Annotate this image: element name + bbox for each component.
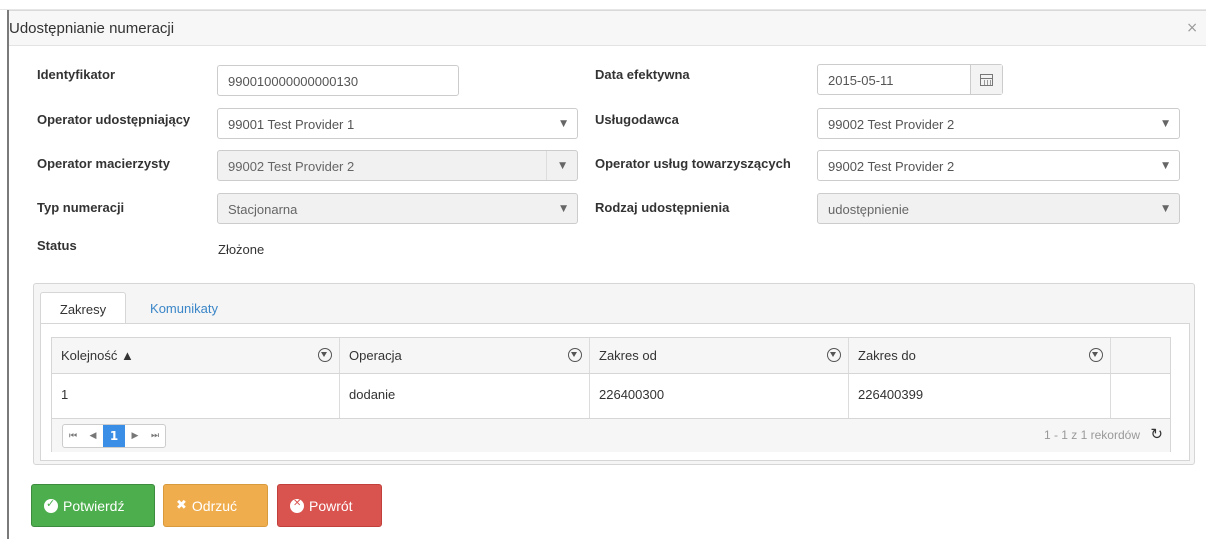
- label-data-efektywna: Data efektywna: [595, 67, 690, 82]
- table-row[interactable]: 1 dodanie 226400300 226400399: [52, 374, 1170, 419]
- back-button-label: Powrót: [309, 497, 353, 514]
- dialog-title: Udostępnianie numeracji: [9, 20, 175, 37]
- data-efektywna-value: 2015-05-11: [828, 73, 894, 88]
- back-button[interactable]: Powrót: [277, 484, 382, 527]
- uslugodawca-value: 99002 Test Provider 2: [828, 117, 955, 132]
- pager-buttons: ⏮ ◀ 1 ▶ ⏭: [62, 424, 166, 448]
- pager-info: 1 - 1 z 1 rekordów: [1043, 428, 1140, 442]
- ranges-grid: Kolejność ▲ Operacja Zakres od Zakres do: [51, 337, 1171, 452]
- check-circle-icon: [44, 497, 58, 513]
- reject-button[interactable]: ✖ Odrzuć: [163, 484, 268, 527]
- operator-uslug-towarzyszacych-select[interactable]: 99002 Test Provider 2 ▼: [817, 150, 1180, 181]
- identyfikator-value: 990010000000000130: [228, 74, 359, 89]
- cell-operacja: dodanie: [340, 374, 590, 418]
- x-circle-icon: [290, 498, 304, 513]
- operator-udostepniajacy-select[interactable]: 99001 Test Provider 1 ▼: [217, 108, 578, 139]
- tab-panel: Zakresy Komunikaty Kolejność ▲ Operacja …: [33, 283, 1195, 465]
- label-rodzaj-udostepnienia: Rodzaj udostępnienia: [595, 200, 730, 215]
- dialog-titlebar: Udostępnianie numeracji ×: [9, 10, 1206, 46]
- last-page-icon[interactable]: ⏭: [145, 425, 165, 447]
- column-header-label: Kolejność ▲: [61, 348, 134, 363]
- filter-icon[interactable]: [1089, 348, 1103, 362]
- tab-zakresy[interactable]: Zakresy: [40, 292, 126, 324]
- tab-content: Kolejność ▲ Operacja Zakres od Zakres do: [40, 323, 1190, 461]
- x-icon: ✖: [176, 498, 187, 513]
- grid-pager: ⏮ ◀ 1 ▶ ⏭ 1 - 1 z 1 rekordów ↻: [52, 419, 1170, 452]
- label-operator-uslug-towarzyszacych: Operator usług towarzyszących: [595, 156, 791, 171]
- chevron-down-icon: ▼: [1162, 204, 1169, 214]
- operator-macierzysty-value: 99002 Test Provider 2: [228, 159, 355, 174]
- column-header-kolejnosc[interactable]: Kolejność ▲: [52, 338, 340, 373]
- cell-zakres-od: 226400300: [590, 374, 849, 418]
- grid-header: Kolejność ▲ Operacja Zakres od Zakres do: [52, 338, 1170, 374]
- prev-page-icon[interactable]: ◀: [83, 425, 103, 447]
- tab-komunikaty[interactable]: Komunikaty: [134, 292, 234, 324]
- column-header-zakres-od[interactable]: Zakres od: [590, 338, 849, 373]
- label-status: Status: [37, 238, 77, 253]
- typ-numeracji-value: Stacjonarna: [228, 202, 298, 217]
- column-header-operacja[interactable]: Operacja: [340, 338, 590, 373]
- cell-zakres-do: 226400399: [849, 374, 1111, 418]
- data-efektywna-input[interactable]: 2015-05-11: [817, 64, 1003, 95]
- chevron-down-icon: ▼: [1162, 119, 1169, 129]
- column-header-label: Zakres do: [858, 348, 916, 363]
- column-header-label: Operacja: [349, 348, 402, 363]
- operator-udostepniajacy-value: 99001 Test Provider 1: [228, 117, 355, 132]
- label-operator-udostepniajacy: Operator udostępniający: [37, 112, 191, 127]
- refresh-icon[interactable]: ↻: [1150, 425, 1163, 443]
- filter-icon[interactable]: [318, 348, 332, 362]
- rodzaj-udostepnienia-value: udostępnienie: [828, 202, 909, 217]
- window-top-strip: [0, 0, 1206, 10]
- confirm-button[interactable]: Potwierdź: [31, 484, 155, 527]
- dialog: Udostępnianie numeracji × Identyfikator …: [9, 10, 1206, 539]
- identyfikator-input[interactable]: 990010000000000130: [217, 65, 459, 96]
- label-operator-macierzysty: Operator macierzysty: [37, 156, 170, 171]
- operator-uslug-towarzyszacych-value: 99002 Test Provider 2: [828, 159, 955, 174]
- cell-kolejnosc: 1: [52, 374, 340, 418]
- calendar-button[interactable]: [970, 65, 1002, 94]
- page-number-current[interactable]: 1: [103, 425, 125, 447]
- close-icon[interactable]: ×: [1186, 20, 1198, 36]
- uslugodawca-select[interactable]: 99002 Test Provider 2 ▼: [817, 108, 1180, 139]
- dropdown-toggle: ▼: [546, 151, 577, 180]
- status-value: Złożone: [218, 242, 265, 257]
- rodzaj-udostepnienia-select: udostępnienie ▼: [817, 193, 1180, 224]
- chevron-down-icon: ▼: [1162, 161, 1169, 171]
- next-page-icon[interactable]: ▶: [125, 425, 145, 447]
- label-identyfikator: Identyfikator: [37, 67, 116, 82]
- filter-icon[interactable]: [568, 348, 582, 362]
- chevron-down-icon: ▼: [560, 119, 567, 129]
- typ-numeracji-select: Stacjonarna ▼: [217, 193, 578, 224]
- first-page-icon[interactable]: ⏮: [63, 425, 83, 447]
- label-typ-numeracji: Typ numeracji: [37, 200, 125, 215]
- operator-macierzysty-select: 99002 Test Provider 2 ▼: [217, 150, 578, 181]
- filter-icon[interactable]: [827, 348, 841, 362]
- chevron-down-icon: ▼: [560, 204, 567, 214]
- calendar-icon: [980, 73, 993, 86]
- column-header-label: Zakres od: [599, 348, 657, 363]
- confirm-button-label: Potwierdź: [63, 497, 125, 514]
- chevron-down-icon: ▼: [559, 161, 566, 171]
- column-header-zakres-do[interactable]: Zakres do: [849, 338, 1111, 373]
- label-uslugodawca: Usługodawca: [595, 112, 679, 127]
- reject-button-label: Odrzuć: [191, 497, 238, 514]
